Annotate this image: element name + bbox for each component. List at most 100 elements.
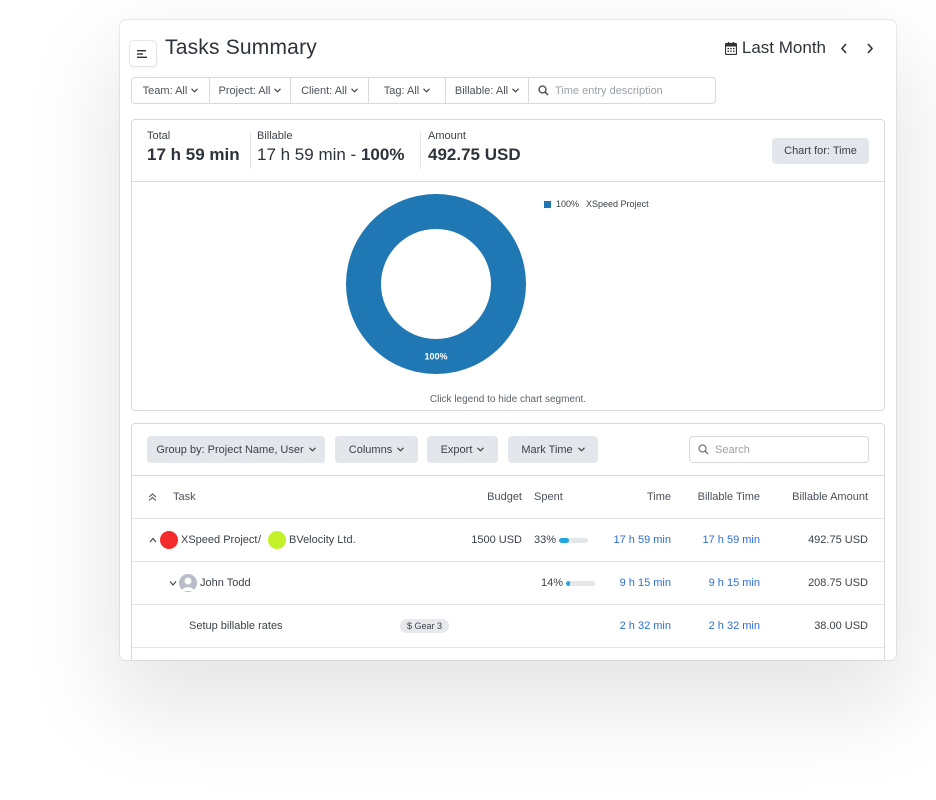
donut-chart: 100% xyxy=(346,194,526,374)
billable-time-link[interactable]: 2 h 32 min xyxy=(709,620,760,632)
date-range-picker[interactable]: Last Month xyxy=(724,38,826,58)
table-search xyxy=(689,436,869,463)
export-dropdown[interactable]: Export xyxy=(427,436,498,463)
time-link[interactable]: 9 h 15 min xyxy=(620,577,671,589)
billable-filter-label: Billable: All xyxy=(454,84,509,97)
user-icon xyxy=(182,577,194,591)
chevron-down-icon xyxy=(191,88,199,93)
project-color-dot xyxy=(160,531,178,549)
table-search-input[interactable] xyxy=(715,443,855,456)
chevron-down-icon[interactable] xyxy=(169,580,177,586)
legend-percent: 100% xyxy=(556,199,580,209)
chart-legend-item[interactable]: 100% XSpeed Project xyxy=(544,199,649,209)
spent-percent: 33% xyxy=(534,534,557,546)
spent-percent: 14% xyxy=(541,577,564,589)
billable-amount-value: 38.00 USD xyxy=(814,620,868,632)
billable-time: 17 h 59 min - xyxy=(257,145,361,164)
column-header-billable-time[interactable]: Billable Time xyxy=(698,491,760,503)
spent-cell: 14% xyxy=(541,577,596,589)
billable-time-link[interactable]: 17 h 59 min xyxy=(703,534,760,546)
separator: / xyxy=(258,534,262,546)
group-by-label: Group by: Project Name, User xyxy=(156,443,304,456)
calendar-icon xyxy=(724,41,737,55)
mark-time-dropdown[interactable]: Mark Time xyxy=(508,436,598,463)
user-avatar xyxy=(179,574,197,592)
tag-filter[interactable]: Tag: All xyxy=(369,78,446,103)
columns-label: Columns xyxy=(348,443,393,456)
billable-amount-value: 208.75 USD xyxy=(808,577,868,589)
time-link[interactable]: 17 h 59 min xyxy=(614,534,671,546)
user-row: John Todd 14% 9 h 15 min 9 h 15 min 208.… xyxy=(132,562,884,605)
group-by-dropdown[interactable]: Group by: Project Name, User xyxy=(147,436,325,463)
chart-area: 100% 100% XSpeed Project Click legend to… xyxy=(132,182,884,410)
column-header-task[interactable]: Task xyxy=(173,491,196,503)
export-label: Export xyxy=(440,443,473,456)
amount-label: Amount xyxy=(428,130,466,142)
legend-label: XSpeed Project xyxy=(586,199,649,209)
column-header-spent[interactable]: Spent xyxy=(534,491,563,503)
search-icon xyxy=(698,444,709,455)
project-name[interactable]: XSpeed Project xyxy=(181,534,257,546)
description-search xyxy=(529,78,715,103)
donut-slice-xspeed-project[interactable] xyxy=(346,194,526,374)
tag-filter-label: Tag: All xyxy=(383,84,420,97)
mark-time-label: Mark Time xyxy=(521,443,573,456)
chevron-right-icon xyxy=(867,42,874,54)
table-toolbar: Group by: Project Name, User Columns Exp… xyxy=(132,424,884,476)
billable-filter[interactable]: Billable: All xyxy=(446,78,529,103)
task-row: Setup billable rates $ Gear 3 2 h 32 min… xyxy=(132,605,884,648)
column-header-time[interactable]: Time xyxy=(647,491,671,503)
amount-value: 492.75 USD xyxy=(428,145,521,164)
menu-icon xyxy=(137,49,147,58)
chevron-down-icon xyxy=(397,447,405,452)
columns-dropdown[interactable]: Columns xyxy=(335,436,418,463)
total-value: 17 h 59 min xyxy=(147,145,240,164)
budget-value: 1500 USD xyxy=(471,534,522,546)
search-icon xyxy=(538,85,549,96)
previous-period-button[interactable] xyxy=(836,39,852,57)
chart-for-button[interactable]: Chart for: Time xyxy=(772,138,869,164)
table-header-row: Task Budget Spent Time Billable Time Bil… xyxy=(132,476,884,519)
chart-hint: Click legend to hide chart segment. xyxy=(429,394,587,405)
chevron-down-icon xyxy=(477,447,485,452)
chevron-up-icon[interactable] xyxy=(149,537,157,543)
summary-card: Total 17 h 59 min Billable 17 h 59 min -… xyxy=(131,119,885,411)
client-color-dot xyxy=(268,531,286,549)
user-name[interactable]: John Todd xyxy=(200,577,251,589)
collapse-all-icon[interactable] xyxy=(148,493,157,502)
tag-badge: $ Gear 3 xyxy=(400,619,450,633)
chevron-down-icon xyxy=(274,88,282,93)
page-title: Tasks Summary xyxy=(165,36,317,59)
spent-progress-bar xyxy=(566,580,596,586)
billable-amount-value: 492.75 USD xyxy=(808,534,868,546)
menu-button[interactable] xyxy=(129,40,157,67)
chevron-down-icon xyxy=(577,447,585,452)
chevron-down-icon xyxy=(308,447,316,452)
tasks-table-card: Group by: Project Name, User Columns Exp… xyxy=(131,423,885,660)
donut-slice-label: 100% xyxy=(424,352,447,362)
filter-bar: Team: All Project: All Client: All Tag: … xyxy=(131,77,716,104)
column-header-billable-amount[interactable]: Billable Amount xyxy=(792,491,868,503)
chevron-down-icon xyxy=(512,88,520,93)
billable-percent: 100% xyxy=(360,145,405,164)
date-range-label: Last Month xyxy=(741,38,826,57)
tasks-summary-panel: Tasks Summary Last Month Team: All Proje… xyxy=(120,20,896,660)
task-name[interactable]: Setup billable rates xyxy=(189,620,283,632)
client-filter[interactable]: Client: All xyxy=(291,78,369,103)
column-header-budget[interactable]: Budget xyxy=(487,491,522,503)
billable-time-link[interactable]: 9 h 15 min xyxy=(709,577,760,589)
total-stat: Total 17 h 59 min xyxy=(147,130,240,165)
chevron-down-icon xyxy=(350,88,358,93)
project-filter[interactable]: Project: All xyxy=(210,78,291,103)
spent-cell: 33% xyxy=(534,534,589,546)
spent-progress-fill xyxy=(559,537,569,543)
next-period-button[interactable] xyxy=(862,39,878,57)
billable-stat: Billable 17 h 59 min - 100% xyxy=(257,130,404,165)
time-link[interactable]: 2 h 32 min xyxy=(620,620,671,632)
spent-progress-bar xyxy=(559,537,589,543)
team-filter[interactable]: Team: All xyxy=(132,78,210,103)
spent-progress-fill xyxy=(566,580,571,586)
description-search-input[interactable] xyxy=(555,84,705,97)
client-name[interactable]: BVelocity Ltd. xyxy=(289,534,356,546)
team-filter-label: Team: All xyxy=(142,84,188,97)
